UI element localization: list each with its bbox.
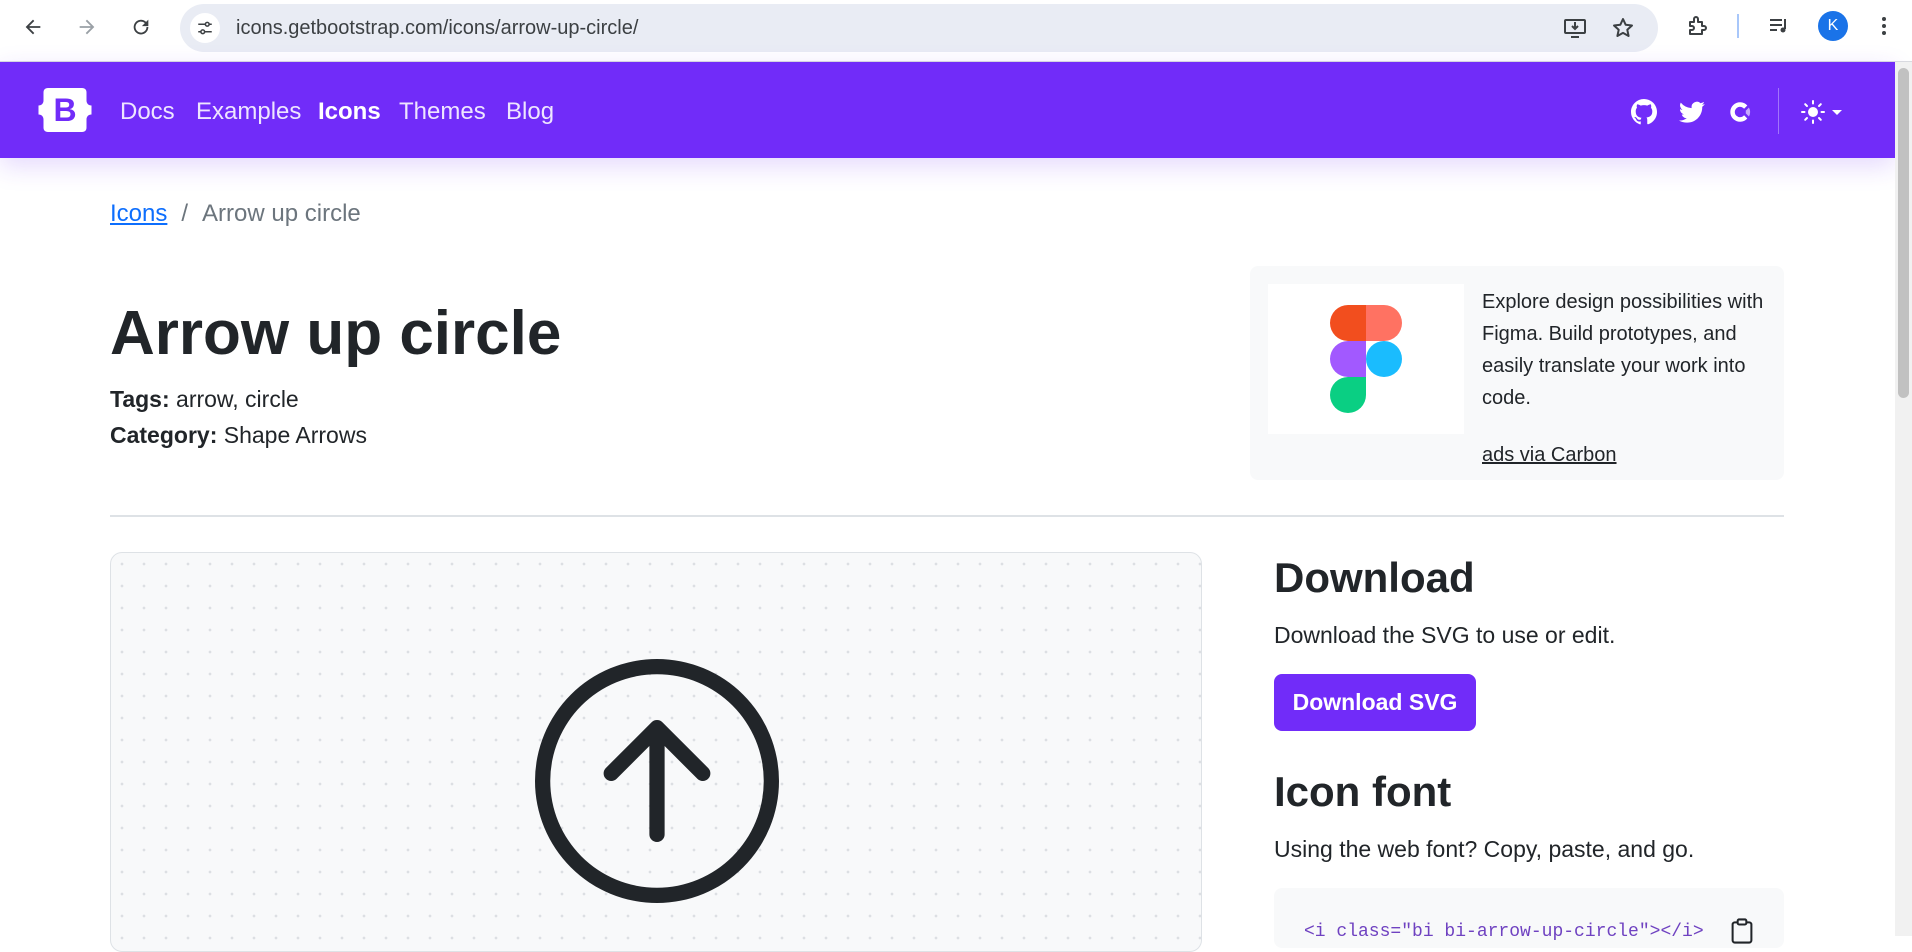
media-playlist-icon[interactable] xyxy=(1765,12,1793,40)
page-title: Arrow up circle xyxy=(110,299,562,368)
icon-preview-panel xyxy=(110,552,1202,952)
category-row: Category: Shape Arrows xyxy=(110,422,367,449)
page-scrollbar[interactable] xyxy=(1895,62,1912,936)
figma-logo[interactable] xyxy=(1268,284,1464,434)
icon-font-heading: Icon font xyxy=(1274,768,1452,815)
icon-font-lead: Using the web font? Copy, paste, and go. xyxy=(1274,836,1695,862)
download-heading: Download xyxy=(1274,554,1475,601)
github-icon[interactable] xyxy=(1630,98,1658,126)
site-info-icon[interactable] xyxy=(190,13,220,43)
more-vert-icon[interactable] xyxy=(1870,12,1898,40)
address-bar[interactable]: icons.getbootstrap.com/icons/arrow-up-ci… xyxy=(180,4,1658,52)
navbar-divider xyxy=(1778,88,1779,134)
bootstrap-logo[interactable]: B xyxy=(36,86,94,134)
icon-font-code-box: <i class="bi bi-arrow-up-circle"></i> xyxy=(1274,888,1784,948)
divider xyxy=(110,515,1784,517)
theme-sun-icon xyxy=(1801,100,1825,124)
url-text[interactable]: icons.getbootstrap.com/icons/arrow-up-ci… xyxy=(236,17,638,40)
tags-value: arrow, circle xyxy=(176,386,299,412)
brand-letter: B xyxy=(53,92,76,128)
carbon-ad[interactable]: Explore design possibilities with Figma.… xyxy=(1250,266,1784,480)
breadcrumb-link-icons[interactable]: Icons xyxy=(110,200,167,227)
breadcrumb-current: Arrow up circle xyxy=(202,200,361,227)
caret-down-icon xyxy=(1832,110,1842,115)
nav-link-blog[interactable]: Blog xyxy=(506,98,554,126)
tags-row: Tags: arrow, circle xyxy=(110,386,299,413)
extensions-icon[interactable] xyxy=(1684,12,1712,40)
category-value: Shape Arrows xyxy=(223,422,367,448)
reload-icon[interactable] xyxy=(124,10,158,44)
twitter-icon[interactable] xyxy=(1678,98,1706,126)
ad-text[interactable]: Explore design possibilities with Figma.… xyxy=(1482,286,1772,414)
category-label: Category: xyxy=(110,422,218,448)
scrollbar-thumb[interactable] xyxy=(1898,68,1909,398)
theme-toggle[interactable] xyxy=(1800,98,1846,126)
profile-avatar[interactable]: K xyxy=(1818,11,1848,41)
back-icon[interactable] xyxy=(16,10,50,44)
bookmark-star-icon[interactable] xyxy=(1610,15,1636,41)
nav-link-docs[interactable]: Docs xyxy=(120,98,175,126)
breadcrumb: Icons / Arrow up circle xyxy=(110,200,361,228)
ads-via-carbon-link[interactable]: ads via Carbon xyxy=(1482,444,1617,467)
browser-toolbar: icons.getbootstrap.com/icons/arrow-up-ci… xyxy=(0,0,1912,62)
forward-icon[interactable] xyxy=(70,10,104,44)
site-navbar: B Docs Examples Icons Themes Blog xyxy=(0,62,1895,158)
opencollective-icon[interactable] xyxy=(1726,98,1754,126)
nav-link-examples[interactable]: Examples xyxy=(196,98,301,126)
download-lead: Download the SVG to use or edit. xyxy=(1274,622,1616,648)
install-app-icon[interactable] xyxy=(1562,15,1588,41)
tags-label: Tags: xyxy=(110,386,170,412)
icon-font-code[interactable]: <i class="bi bi-arrow-up-circle"></i> xyxy=(1304,922,1724,942)
clipboard-copy-icon[interactable] xyxy=(1730,918,1754,944)
breadcrumb-separator: / xyxy=(181,200,189,227)
download-svg-button[interactable]: Download SVG xyxy=(1274,674,1476,731)
nav-link-themes[interactable]: Themes xyxy=(399,98,486,126)
toolbar-divider xyxy=(1737,14,1739,38)
arrow-up-circle-icon xyxy=(535,659,779,903)
nav-link-icons[interactable]: Icons xyxy=(318,98,381,126)
